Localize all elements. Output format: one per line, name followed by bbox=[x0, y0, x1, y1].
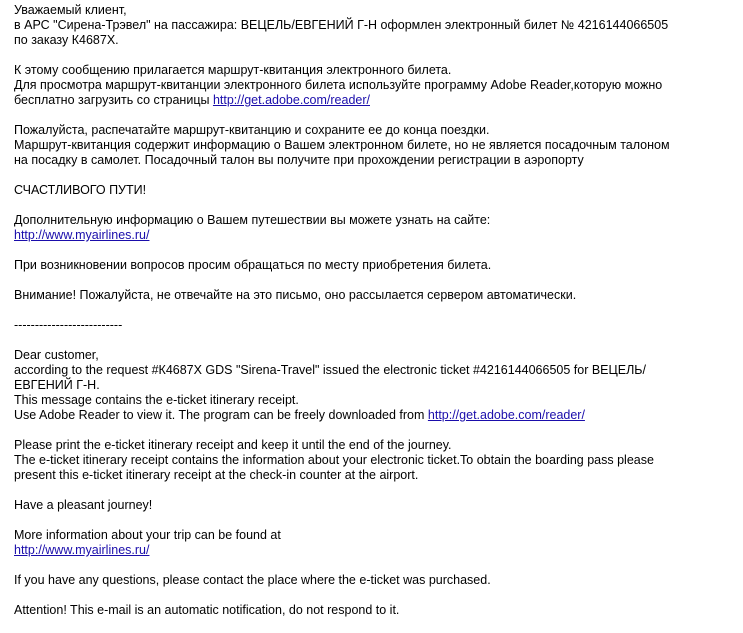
en-greeting: Dear customer, bbox=[14, 348, 99, 362]
en-more-info-block: More information about your trip can be … bbox=[14, 528, 734, 558]
en-site-line: http://www.myairlines.ru/ bbox=[14, 543, 734, 558]
en-attention: Attention! This e-mail is an automatic n… bbox=[14, 603, 400, 617]
en-print-line: Please print the e-ticket itinerary rece… bbox=[14, 438, 452, 452]
en-pleasant-journey: Have a pleasant journey! bbox=[14, 498, 153, 512]
en-adobe-link[interactable]: http://get.adobe.com/reader/ bbox=[428, 408, 585, 422]
en-site-link[interactable]: http://www.myairlines.ru/ bbox=[14, 543, 149, 557]
ru-greeting-block: Уважаемый клиент, в АРС "Сирена-Трэвел" … bbox=[14, 3, 734, 48]
ru-more-info-block: Дополнительную информацию о Вашем путеше… bbox=[14, 213, 734, 243]
ru-questions: При возникновении вопросов просим обраща… bbox=[14, 258, 492, 272]
en-issued-line-2: ЕВГЕНИЙ Г-Н. bbox=[14, 378, 100, 392]
en-more-info: More information about your trip can be … bbox=[14, 528, 281, 542]
en-attention-block: Attention! This e-mail is an automatic n… bbox=[14, 603, 734, 618]
email-body: Уважаемый клиент, в АРС "Сирена-Трэвел" … bbox=[14, 3, 734, 633]
ru-questions-block: При возникновении вопросов просим обраща… bbox=[14, 258, 734, 273]
ru-order-line: по заказу К4687Х. bbox=[14, 33, 119, 47]
en-use-prefix: Use Adobe Reader to view it. The program… bbox=[14, 408, 428, 422]
en-questions: If you have any questions, please contac… bbox=[14, 573, 491, 587]
ru-issued-line: в АРС "Сирена-Трэвел" на пассажира: ВЕЦЕ… bbox=[14, 18, 669, 32]
ru-view-line: Для просмотра маршрут-квитанции электрон… bbox=[14, 78, 663, 92]
ru-attention: Внимание! Пожалуйста, не отвечайте на эт… bbox=[14, 288, 577, 302]
en-receipt-line-1: The e-ticket itinerary receipt contains … bbox=[14, 453, 654, 467]
ru-print-block: Пожалуйста, распечатайте маршрут-квитанц… bbox=[14, 123, 734, 168]
ru-happy-block: СЧАСТЛИВОГО ПУТИ! bbox=[14, 183, 734, 198]
en-receipt-line-2: present this e-ticket itinerary receipt … bbox=[14, 468, 419, 482]
en-use-line: Use Adobe Reader to view it. The program… bbox=[14, 408, 734, 423]
ru-more-info: Дополнительную информацию о Вашем путеше… bbox=[14, 213, 491, 227]
ru-adobe-link[interactable]: http://get.adobe.com/reader/ bbox=[213, 93, 370, 107]
ru-attach-line: К этому сообщению прилагается маршрут-кв… bbox=[14, 63, 452, 77]
ru-receipt-line-2: на посадку в самолет. Посадочный талон в… bbox=[14, 153, 584, 167]
ru-greeting: Уважаемый клиент, bbox=[14, 3, 127, 17]
en-print-block: Please print the e-ticket itinerary rece… bbox=[14, 438, 734, 483]
separator-block: -------------------------- bbox=[14, 318, 734, 333]
ru-print-line: Пожалуйста, распечатайте маршрут-квитанц… bbox=[14, 123, 490, 137]
en-questions-block: If you have any questions, please contac… bbox=[14, 573, 734, 588]
ru-site-line: http://www.myairlines.ru/ bbox=[14, 228, 734, 243]
ru-attention-block: Внимание! Пожалуйста, не отвечайте на эт… bbox=[14, 288, 734, 303]
separator: -------------------------- bbox=[14, 318, 123, 332]
ru-download-prefix: бесплатно загрузить со страницы bbox=[14, 93, 213, 107]
en-issued-line-1: according to the request #К4687Х GDS "Si… bbox=[14, 363, 646, 377]
ru-download-line: бесплатно загрузить со страницы http://g… bbox=[14, 93, 734, 108]
ru-happy-journey: СЧАСТЛИВОГО ПУТИ! bbox=[14, 183, 147, 197]
en-greeting-block: Dear customer, according to the request … bbox=[14, 348, 734, 423]
ru-site-link[interactable]: http://www.myairlines.ru/ bbox=[14, 228, 149, 242]
ru-attachment-block: К этому сообщению прилагается маршрут-кв… bbox=[14, 63, 734, 108]
ru-receipt-line-1: Маршрут-квитанция содержит информацию о … bbox=[14, 138, 670, 152]
en-pleasant-block: Have a pleasant journey! bbox=[14, 498, 734, 513]
en-contains-line: This message contains the e-ticket itine… bbox=[14, 393, 299, 407]
